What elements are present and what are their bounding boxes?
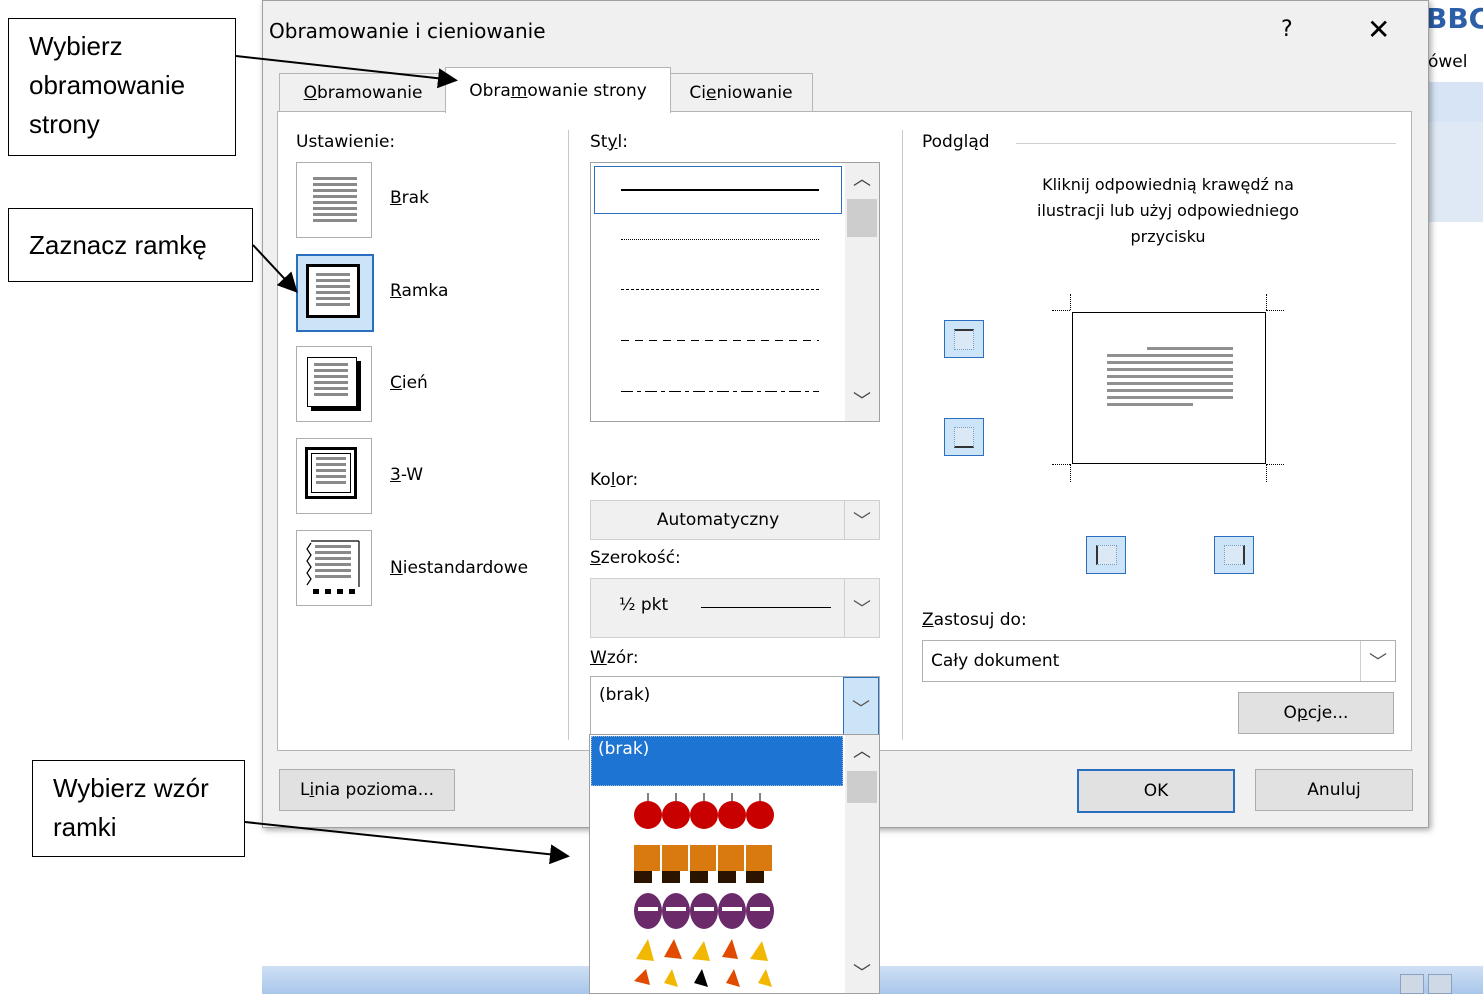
style-scrollbar[interactable]: ︿ ﹀ — [845, 163, 879, 421]
apply-to-value: Cały dokument — [931, 651, 1060, 671]
tab-borders[interactable]: Obramowanie — [279, 73, 447, 112]
style-option-dashed-fine[interactable] — [621, 289, 819, 290]
art-patterns-preview — [634, 793, 774, 987]
art-option-candy-corn — [634, 939, 772, 987]
background-heading-fragment: ВВС — [1426, 2, 1483, 35]
setting-custom-label: Niestandardowe — [390, 558, 529, 578]
apply-to-label: Zastosuj do: — [922, 610, 1027, 630]
chevron-down-icon[interactable]: ﹀ — [844, 579, 879, 637]
setting-3d-label: 3-W — [390, 465, 424, 485]
color-value: Automatyczny — [656, 510, 780, 530]
tab-shading[interactable]: Ci e niowanie — [669, 73, 813, 112]
art-option-none[interactable]: (brak) — [591, 736, 843, 786]
print-layout-icon[interactable] — [1400, 974, 1424, 994]
ok-button[interactable]: OK — [1077, 769, 1235, 813]
read-mode-icon[interactable] — [1428, 974, 1452, 994]
apply-to-dropdown[interactable]: Cały dokument ﹀ — [922, 640, 1396, 682]
art-dropdown[interactable]: (brak) ﹀ — [590, 676, 880, 739]
setting-3d-button[interactable] — [296, 438, 372, 514]
borders-and-shading-dialog: Obramowanie i cieniowanie ? ✕ Obramowani… — [262, 0, 1429, 828]
scroll-up-icon[interactable]: ︿ — [845, 737, 879, 767]
top-border-button[interactable] — [944, 320, 984, 358]
help-button[interactable]: ? — [1281, 17, 1293, 42]
style-option-dashed[interactable] — [621, 340, 819, 341]
style-option-dash-dot[interactable] — [621, 391, 819, 392]
shadow-border-icon — [307, 357, 357, 407]
width-value: ½ pkt — [619, 595, 669, 615]
cancel-button[interactable]: Anuluj — [1255, 769, 1413, 811]
horizontal-line-button[interactable]: Li nia pozioma... — [279, 769, 455, 811]
art-option-apples — [634, 793, 774, 829]
right-border-button[interactable] — [1214, 536, 1254, 574]
art-option-cake-slices — [634, 893, 774, 929]
background-document-window: ВВС ówel — [1420, 0, 1483, 250]
tab-page-border[interactable]: Obra m owanie strony — [445, 67, 671, 113]
box-border-icon — [306, 264, 360, 318]
3d-border-icon — [305, 447, 357, 499]
setting-label: Ustawienie: — [296, 132, 396, 152]
setting-shadow-button[interactable] — [296, 346, 372, 422]
preview-hint: Kliknij odpowiednią krawędź na ilustracj… — [1037, 175, 1299, 246]
scroll-thumb[interactable] — [847, 771, 877, 803]
preview-page[interactable] — [1072, 312, 1266, 464]
setting-custom-button[interactable] — [296, 530, 372, 606]
art-label: Wzór: — [590, 648, 639, 668]
style-listbox[interactable]: ︿ ﹀ — [590, 162, 880, 422]
setting-box-label: Ramka — [390, 281, 449, 301]
page-lines-icon — [313, 177, 357, 225]
scroll-up-icon[interactable]: ︿ — [845, 165, 879, 195]
callout-choose-art: Wybierz wzór ramki — [32, 760, 245, 857]
bottom-border-button[interactable] — [944, 418, 984, 456]
chevron-down-icon[interactable]: ﹀ — [844, 501, 879, 539]
callout-select-box: Zaznacz ramkę — [8, 208, 253, 282]
width-sample-line — [701, 607, 831, 608]
art-option-cakes — [634, 845, 772, 883]
style-label: Styl: — [590, 132, 628, 152]
preview-text-lines — [1107, 347, 1233, 406]
dialog-title: Obramowanie i cieniowanie — [269, 19, 546, 43]
setting-none-label: Brak — [390, 188, 429, 208]
tab-panel: Ustawienie: Brak Ramka Cień 3-W Niestand… — [277, 111, 1412, 751]
custom-border-icon — [306, 540, 360, 594]
options-button[interactable]: Op cje... — [1238, 692, 1394, 734]
background-text-fragment: ówel — [1428, 52, 1468, 72]
style-option-solid[interactable] — [594, 166, 842, 214]
width-label: Szerokość: — [590, 548, 681, 568]
color-label: Kolor: — [590, 470, 639, 490]
left-border-button[interactable] — [1086, 536, 1126, 574]
scroll-thumb[interactable] — [847, 199, 877, 237]
chevron-down-icon[interactable]: ﹀ — [843, 677, 879, 739]
callout-page-border: Wybierz obramowanie strony — [8, 18, 236, 156]
close-button[interactable]: ✕ — [1367, 13, 1390, 46]
style-option-dotted[interactable] — [621, 239, 819, 240]
art-list-scrollbar[interactable]: ︿ ﹀ — [845, 735, 879, 993]
setting-box-button[interactable] — [296, 254, 374, 332]
scroll-down-icon[interactable]: ﹀ — [845, 959, 879, 989]
scroll-down-icon[interactable]: ﹀ — [845, 387, 879, 417]
art-value: (brak) — [599, 685, 651, 705]
color-dropdown[interactable]: Automatyczny ﹀ — [590, 500, 880, 540]
preview-label: Podgląd — [922, 132, 990, 152]
setting-shadow-label: Cień — [390, 373, 428, 393]
width-dropdown[interactable]: ½ pkt ﹀ — [590, 578, 880, 638]
setting-none-button[interactable] — [296, 162, 372, 238]
art-dropdown-list[interactable]: (brak) ︿ ﹀ — [589, 734, 880, 994]
chevron-down-icon[interactable]: ﹀ — [1360, 641, 1395, 681]
